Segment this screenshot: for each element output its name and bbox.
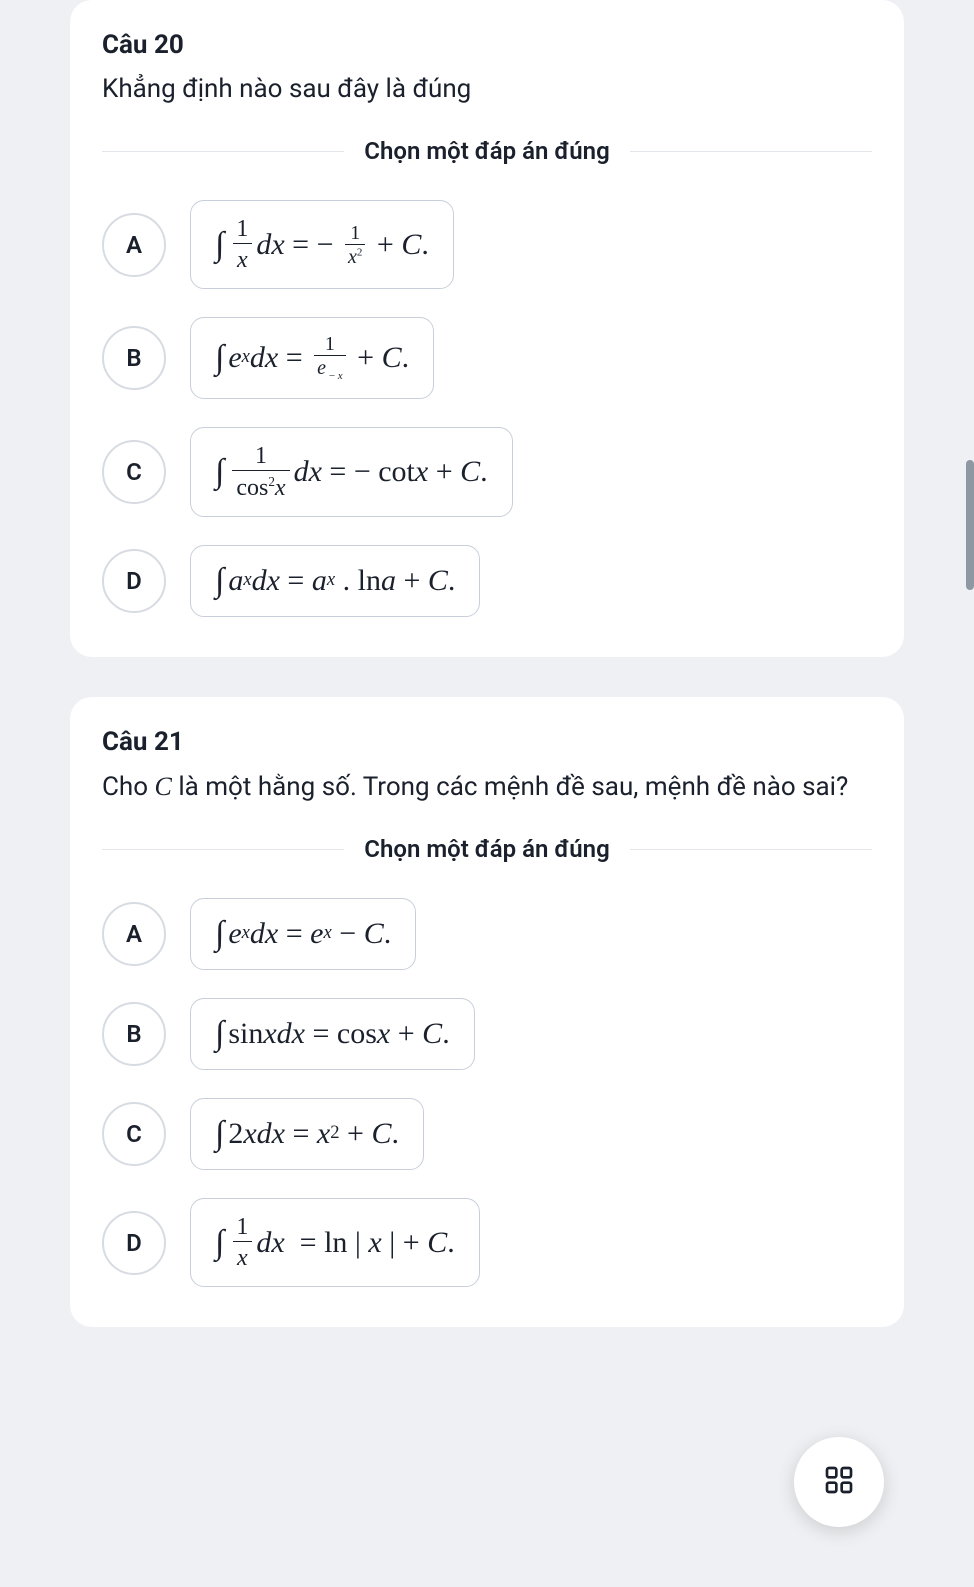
- grid-icon: [823, 1464, 855, 1500]
- option-formula-box: ∫exdx = ex − C.: [190, 898, 416, 970]
- divider-line: [630, 849, 872, 850]
- option-b[interactable]: B ∫exdx = 1e − x + C.: [102, 317, 872, 399]
- text-part: là một hằng số. Trong các mệnh đề sau, m…: [172, 772, 848, 802]
- formula: ∫ 1cos2x dx = − cotx + C.: [215, 444, 488, 500]
- question-text: Khẳng định nào sau đây là đúng: [102, 70, 872, 109]
- option-letter: B: [102, 1002, 166, 1066]
- option-formula-box: ∫ 1cos2x dx = − cotx + C.: [190, 427, 513, 517]
- option-b[interactable]: B ∫sinxdx = cosx + C.: [102, 998, 872, 1070]
- text-var: C: [155, 772, 172, 801]
- option-formula-box: ∫axdx = ax . lna + C.: [190, 545, 480, 617]
- question-text: Cho C là một hằng số. Trong các mệnh đề …: [102, 767, 872, 807]
- formula: ∫ 1x dx = − 1x2 + C.: [215, 217, 429, 272]
- option-letter: A: [102, 902, 166, 966]
- option-a[interactable]: A ∫ 1x dx = − 1x2 + C.: [102, 200, 872, 289]
- option-formula-box: ∫ 1x dx = − 1x2 + C.: [190, 200, 454, 289]
- option-a[interactable]: A ∫exdx = ex − C.: [102, 898, 872, 970]
- option-formula-box: ∫sinxdx = cosx + C.: [190, 998, 475, 1070]
- divider-line: [102, 849, 344, 850]
- option-letter: C: [102, 440, 166, 504]
- formula: ∫exdx = ex − C.: [215, 917, 391, 951]
- grid-menu-button[interactable]: [794, 1437, 884, 1527]
- option-letter: D: [102, 1211, 166, 1275]
- instruction-divider: Chọn một đáp án đúng: [102, 835, 872, 863]
- question-title: Câu 20: [102, 30, 872, 60]
- question-title: Câu 21: [102, 727, 872, 757]
- scroll-indicator[interactable]: [966, 460, 974, 590]
- option-formula-box: ∫exdx = 1e − x + C.: [190, 317, 434, 399]
- question-card: Câu 21 Cho C là một hằng số. Trong các m…: [70, 697, 904, 1327]
- option-formula-box: ∫ 1x dx = ln | x | + C.: [190, 1198, 480, 1287]
- option-c[interactable]: C ∫ 1cos2x dx = − cotx + C.: [102, 427, 872, 517]
- text-part: Cho: [102, 772, 155, 802]
- instruction-divider: Chọn một đáp án đúng: [102, 137, 872, 165]
- question-card: Câu 20 Khẳng định nào sau đây là đúng Ch…: [70, 0, 904, 657]
- divider-line: [630, 151, 872, 152]
- instruction-text: Chọn một đáp án đúng: [344, 835, 629, 863]
- instruction-text: Chọn một đáp án đúng: [344, 137, 629, 165]
- formula: ∫exdx = 1e − x + C.: [215, 334, 409, 382]
- formula: ∫sinxdx = cosx + C.: [215, 1017, 450, 1051]
- formula: ∫2xdx = x2 + C.: [215, 1117, 399, 1151]
- divider-line: [102, 151, 344, 152]
- option-letter: A: [102, 213, 166, 277]
- option-letter: B: [102, 326, 166, 390]
- option-d[interactable]: D ∫ 1x dx = ln | x | + C.: [102, 1198, 872, 1287]
- formula: ∫ 1x dx = ln | x | + C.: [215, 1215, 455, 1270]
- option-letter: C: [102, 1102, 166, 1166]
- option-letter: D: [102, 549, 166, 613]
- formula: ∫axdx = ax . lna + C.: [215, 564, 455, 598]
- option-d[interactable]: D ∫axdx = ax . lna + C.: [102, 545, 872, 617]
- option-c[interactable]: C ∫2xdx = x2 + C.: [102, 1098, 872, 1170]
- option-formula-box: ∫2xdx = x2 + C.: [190, 1098, 424, 1170]
